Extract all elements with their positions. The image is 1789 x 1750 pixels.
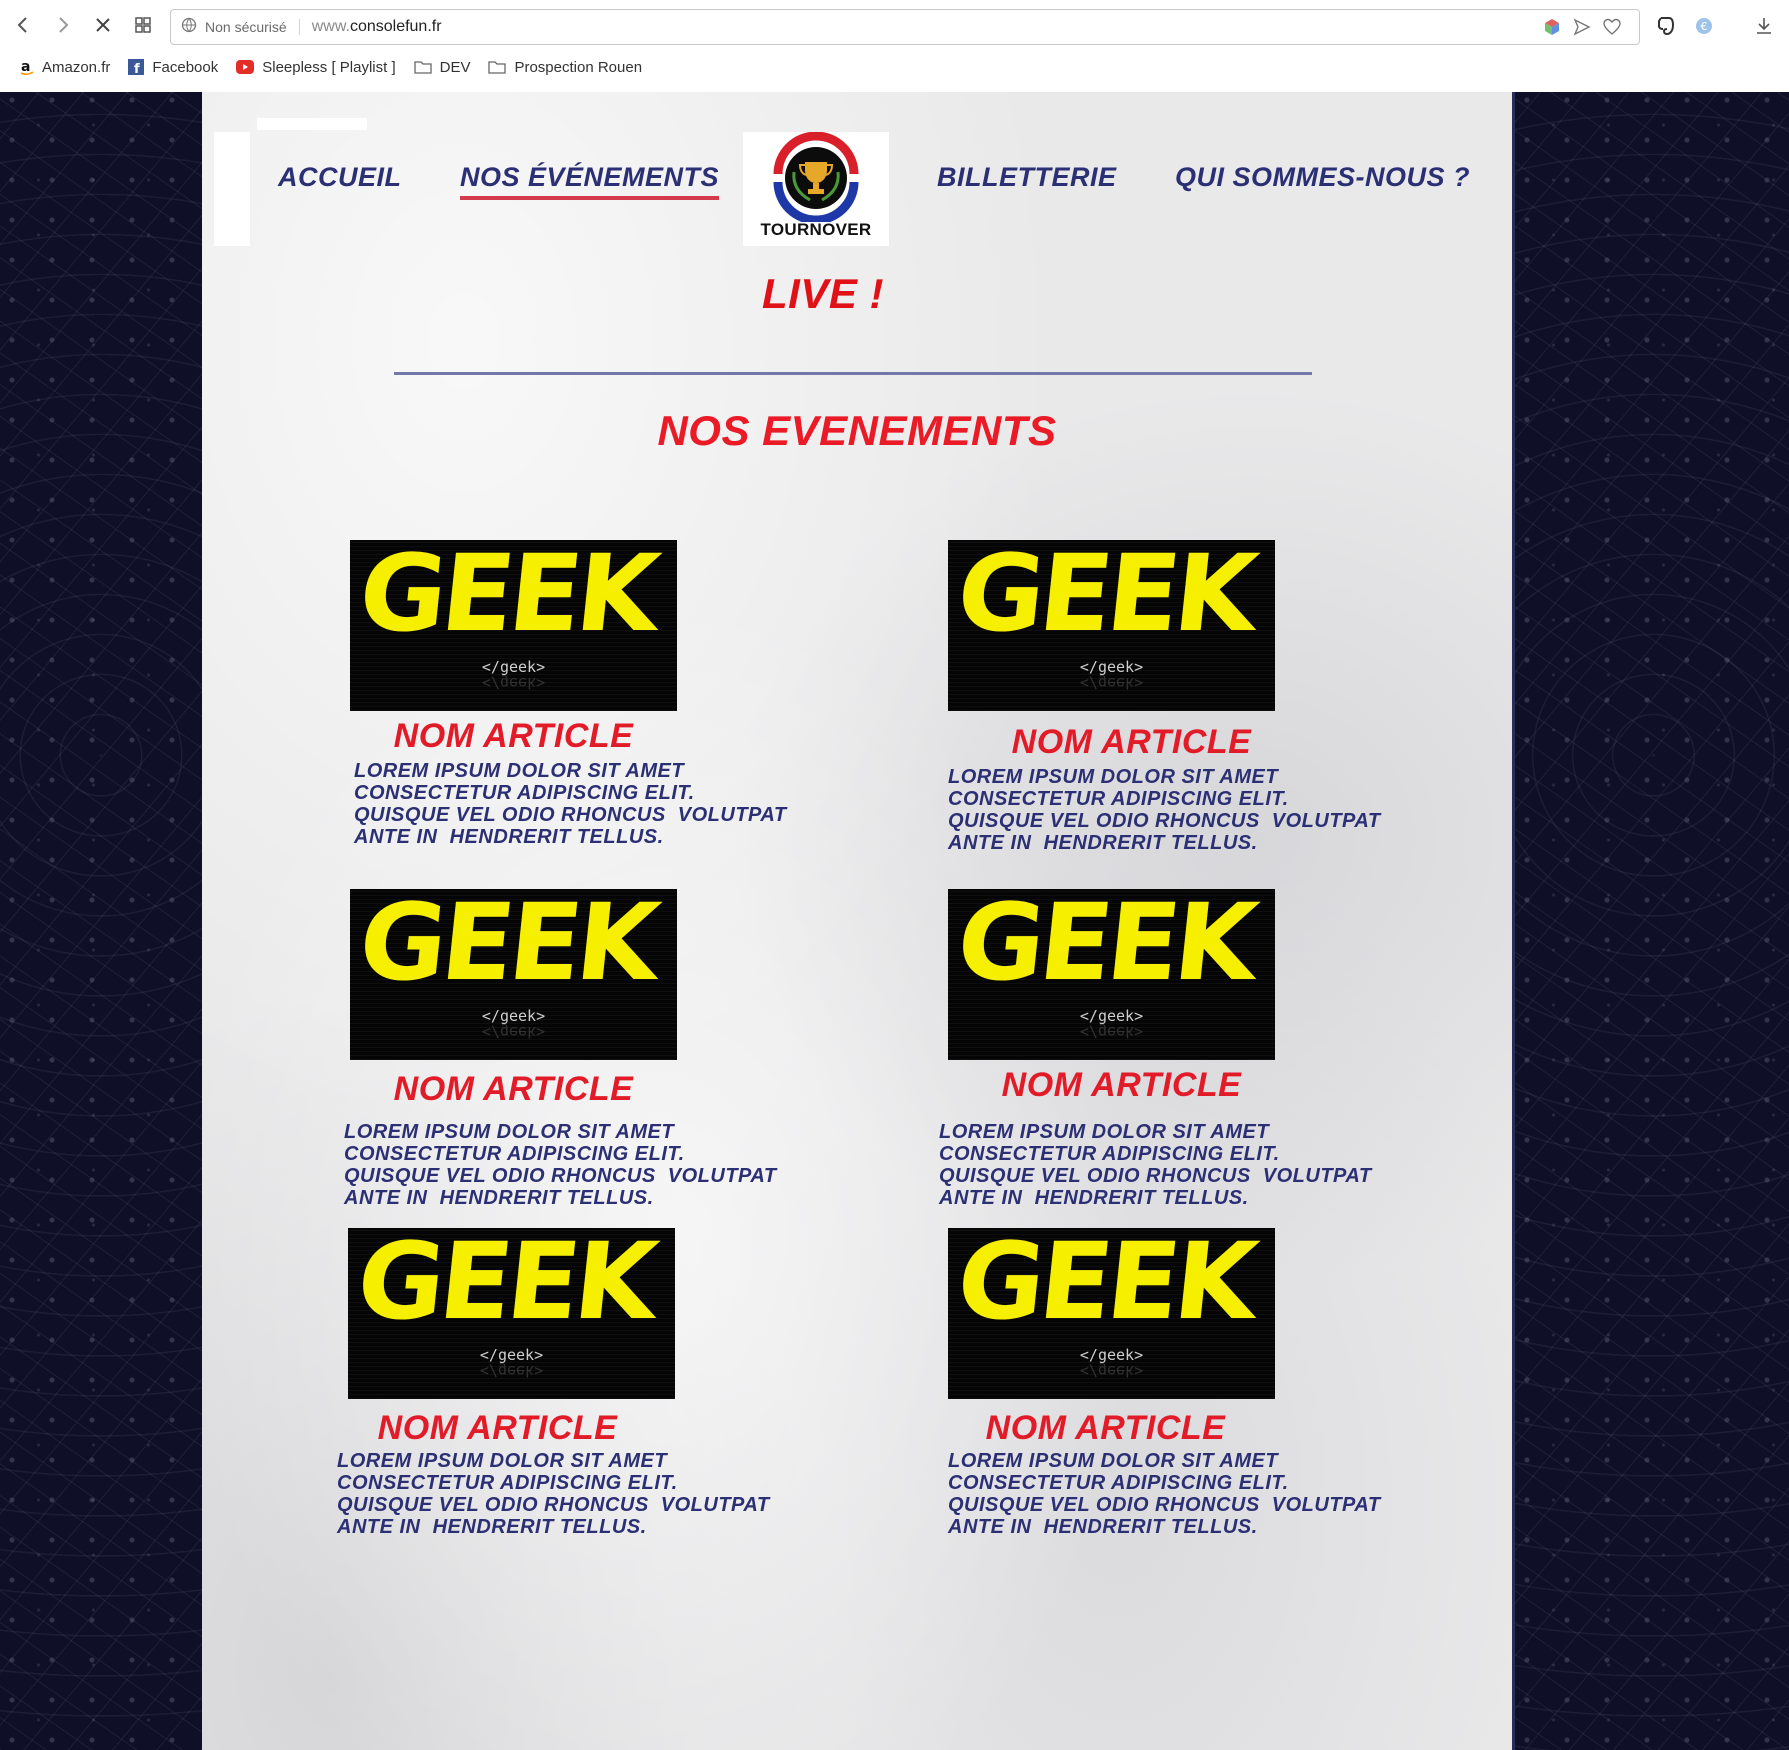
bookmark-sleepless[interactable]: Sleepless [ Playlist ]	[236, 58, 396, 76]
article-title[interactable]: NOM ARTICLE	[968, 723, 1295, 762]
nav-accueil[interactable]: Accueil	[278, 162, 402, 193]
article-text: LOREM IPSUM DOLOR SIT AMET CONSECTETUR A…	[948, 1450, 1381, 1538]
nav-nos-evenements[interactable]: Nos événements	[460, 162, 720, 200]
article-title[interactable]: NOM ARTICLE	[350, 1070, 677, 1109]
live-link[interactable]: LIVE !	[762, 270, 884, 318]
geek-image-reflection: </geek>	[1079, 674, 1144, 692]
amazon-icon: a	[20, 59, 34, 75]
cube-icon[interactable]	[1543, 18, 1561, 36]
site-logo[interactable]: TOURNOVER	[743, 132, 889, 246]
article-text: LOREM IPSUM DOLOR SIT AMET CONSECTETUR A…	[337, 1450, 770, 1538]
article-title[interactable]: NOM ARTICLE	[942, 1409, 1269, 1448]
url-text[interactable]: www.consolefun.fr	[312, 18, 442, 36]
geek-image[interactable]: GEEK </geek> </geek>	[350, 889, 677, 1060]
geek-image-reflection: </geek>	[481, 674, 546, 692]
article-card[interactable]: GEEK </geek> </geek> NOM ARTICLE LOREM I…	[948, 540, 1381, 854]
bookmark-facebook[interactable]: f Facebook	[128, 59, 218, 76]
logo-text: TOURNOVER	[760, 220, 872, 239]
browser-chrome: Non sécurisé www.consolefun.fr € a Amazo…	[0, 0, 1789, 93]
evernote-extension-icon[interactable]	[1652, 12, 1680, 40]
geek-image-text: GEEK	[951, 1228, 1259, 1343]
heart-icon[interactable]	[1603, 18, 1621, 36]
youtube-icon	[236, 60, 255, 74]
geek-image-reflection: </geek>	[1079, 1023, 1144, 1041]
bookmark-prospection-rouen[interactable]: Prospection Rouen	[488, 59, 642, 76]
header-slab	[257, 118, 367, 130]
svg-text:f: f	[134, 62, 140, 75]
geek-image-text: GEEK	[951, 540, 1259, 655]
geek-image[interactable]: GEEK </geek> </geek>	[948, 540, 1275, 711]
forward-button[interactable]	[46, 8, 80, 42]
stop-button[interactable]	[86, 8, 120, 42]
url-actions	[1543, 18, 1621, 36]
article-title[interactable]: NOM ARTICLE	[334, 1409, 661, 1448]
left-decorative-panel	[0, 92, 205, 1750]
article-card[interactable]: GEEK </geek> </geek> NOM ARTICLE LOREM I…	[337, 1228, 778, 1538]
grid-icon	[135, 17, 151, 33]
section-divider	[394, 372, 1312, 375]
facebook-icon: f	[128, 59, 145, 75]
security-label[interactable]: Non sécurisé	[205, 19, 300, 35]
article-text: LOREM IPSUM DOLOR SIT AMET CONSECTETUR A…	[344, 1121, 777, 1209]
bookmark-label: Sleepless [ Playlist ]	[262, 58, 396, 76]
url-domain: consolefun.fr	[349, 18, 442, 35]
bookmark-label: Amazon.fr	[42, 58, 111, 76]
extension-blue-icon[interactable]: €	[1690, 12, 1718, 40]
svg-text:€: €	[1701, 20, 1708, 33]
speed-dial-button[interactable]	[126, 8, 160, 42]
geek-image[interactable]: GEEK </geek> </geek>	[348, 1228, 675, 1399]
folder-icon	[413, 60, 432, 74]
page-content: Accueil Nos événements TOURNOVER Billett…	[202, 92, 1512, 1750]
geek-image[interactable]: GEEK </geek> </geek>	[350, 540, 677, 711]
bookmark-label: DEV	[439, 58, 471, 76]
folder-icon	[488, 60, 507, 74]
bookmark-label: Prospection Rouen	[514, 58, 643, 76]
article-card[interactable]: GEEK </geek> </geek> NOM ARTICLE LOREM I…	[350, 540, 787, 848]
article-text: LOREM IPSUM DOLOR SIT AMET CONSECTETUR A…	[939, 1121, 1372, 1209]
geek-image-reflection: </geek>	[1079, 1362, 1144, 1380]
nav-qui-sommes-nous[interactable]: Qui sommes-nous ?	[1175, 162, 1470, 193]
article-text: LOREM IPSUM DOLOR SIT AMET CONSECTETUR A…	[948, 766, 1381, 854]
globe-icon	[181, 17, 197, 38]
trophy-logo-icon	[773, 132, 859, 222]
article-card[interactable]: GEEK </geek> </geek> NOM ARTICLE LOREM I…	[948, 1228, 1381, 1538]
close-icon	[96, 18, 110, 32]
article-card[interactable]: GEEK </geek> </geek> NOM ARTICLE LOREM I…	[939, 889, 1378, 1209]
article-title[interactable]: NOM ARTICLE	[958, 1066, 1285, 1105]
download-icon[interactable]	[1750, 12, 1778, 40]
bookmark-amazon[interactable]: a Amazon.fr	[20, 59, 110, 76]
nav-billetterie[interactable]: Billetterie	[937, 162, 1117, 193]
send-icon[interactable]	[1573, 18, 1591, 36]
geek-image-text: GEEK	[951, 889, 1259, 1004]
bookmark-dev[interactable]: DEV	[413, 58, 471, 76]
geek-image[interactable]: GEEK </geek> </geek>	[948, 1228, 1275, 1399]
article-text: LOREM IPSUM DOLOR SIT AMET CONSECTETUR A…	[354, 760, 787, 848]
forward-arrow-icon	[59, 17, 69, 33]
url-prefix: www.	[311, 18, 350, 35]
bookmark-label: Facebook	[152, 58, 219, 76]
svg-text:a: a	[21, 59, 30, 75]
back-arrow-icon	[17, 17, 27, 33]
geek-image[interactable]: GEEK </geek> </geek>	[948, 889, 1275, 1060]
address-bar[interactable]: Non sécurisé www.consolefun.fr	[170, 9, 1640, 45]
back-button[interactable]	[6, 8, 40, 42]
geek-image-text: GEEK	[353, 889, 661, 1004]
geek-image-text: GEEK	[351, 1228, 659, 1343]
right-decorative-panel	[1512, 92, 1789, 1750]
geek-image-text: GEEK	[353, 540, 661, 655]
bookmarks-bar: a Amazon.fr f Facebook Sleepless [ Playl…	[0, 52, 642, 82]
geek-image-reflection: </geek>	[479, 1362, 544, 1380]
header-slab	[214, 132, 250, 246]
section-title: NOS EVENEMENTS	[657, 407, 1057, 454]
article-title[interactable]: NOM ARTICLE	[350, 717, 677, 756]
article-card[interactable]: GEEK </geek> </geek> NOM ARTICLE LOREM I…	[344, 889, 780, 1209]
geek-image-reflection: </geek>	[481, 1023, 546, 1041]
